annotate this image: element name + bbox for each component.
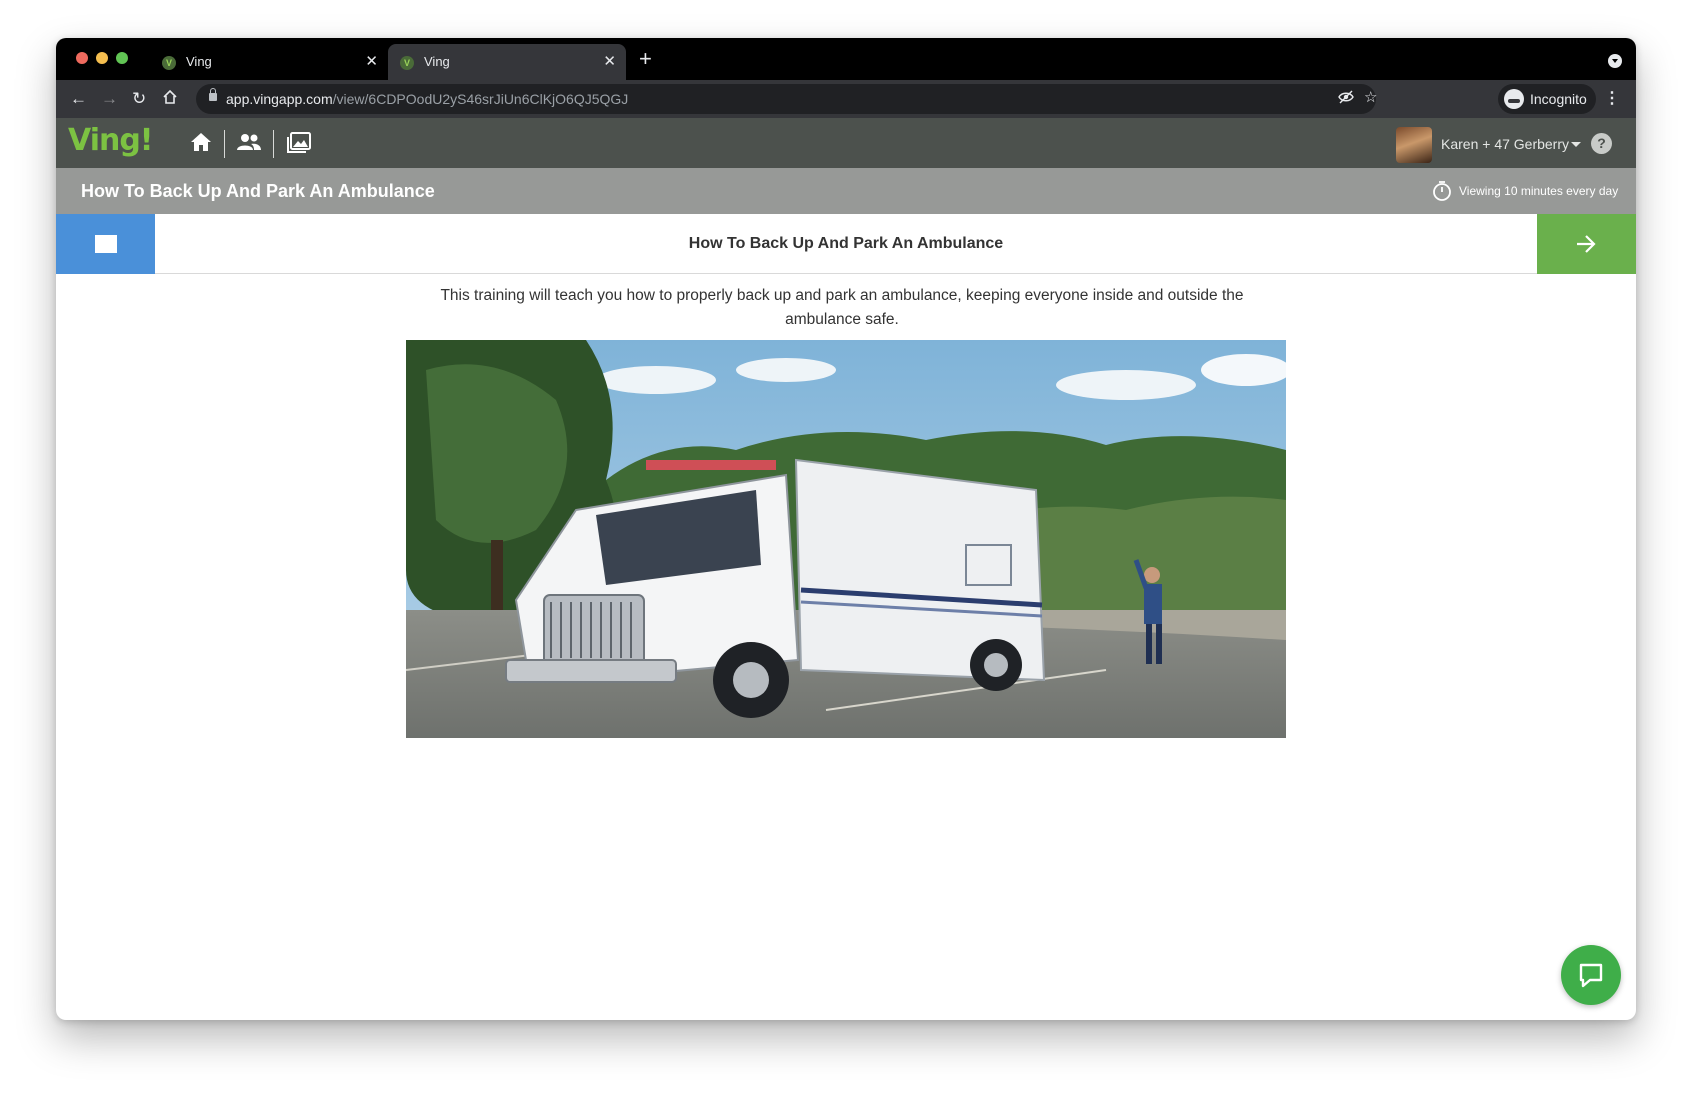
browser-menu-icon[interactable]: ⋮ [1604, 89, 1620, 109]
browser-tab-active[interactable]: V Ving ✕ [388, 44, 626, 80]
home-icon[interactable] [189, 131, 215, 155]
bookmark-star-icon[interactable]: ☆ [1364, 88, 1377, 106]
forward-icon[interactable]: → [101, 89, 118, 109]
ambulance-image [406, 340, 1286, 738]
next-button[interactable] [1537, 214, 1636, 274]
minimize-window-button[interactable] [96, 52, 108, 64]
tab-strip: V Ving ✕ V Ving ✕ + [56, 38, 1636, 80]
ving-favicon-icon: V [400, 56, 414, 70]
people-icon[interactable] [236, 131, 262, 155]
browser-tab[interactable]: V Ving ✕ [150, 44, 388, 80]
header-divider [224, 130, 225, 158]
help-icon[interactable]: ? [1591, 133, 1612, 154]
lesson-title: How To Back Up And Park An Ambulance [688, 235, 1004, 252]
tab-title: Ving [424, 54, 450, 69]
grid-icon [95, 235, 117, 253]
incognito-profile-button[interactable]: Incognito [1498, 84, 1596, 114]
browser-toolbar: ← → ↻ app.vingapp.com/view/6CDPOodU2yS46… [56, 80, 1636, 118]
close-tab-icon[interactable]: ✕ [603, 52, 616, 70]
address-bar[interactable]: app.vingapp.com/view/6CDPOodU2yS46srJiUn… [196, 84, 1377, 114]
eye-off-icon[interactable] [1338, 89, 1354, 109]
timer-icon [1432, 180, 1452, 202]
home-browser-icon[interactable] [162, 89, 178, 110]
url-text: app.vingapp.com/view/6CDPOodU2yS46srJiUn… [226, 91, 629, 107]
app-header: Ving! Karen + 47 Gerberry ? [56, 118, 1636, 168]
tab-search-icon[interactable] [1608, 54, 1622, 68]
new-tab-icon[interactable]: + [639, 46, 652, 72]
page-title: How To Back Up And Park An Ambulance [81, 181, 435, 201]
ving-logo[interactable]: Ving! [68, 123, 153, 158]
arrow-right-icon [1577, 235, 1596, 253]
tab-title: Ving [186, 54, 212, 69]
chevron-down-icon[interactable] [1571, 142, 1581, 147]
close-tab-icon[interactable]: ✕ [365, 52, 378, 70]
lock-icon [209, 88, 217, 101]
reload-icon[interactable]: ↻ [132, 89, 146, 109]
chat-icon [1579, 963, 1603, 988]
user-name[interactable]: Karen + 47 Gerberry [1441, 136, 1569, 152]
maximize-window-button[interactable] [116, 52, 128, 64]
close-window-button[interactable] [76, 52, 88, 64]
content-grid-button[interactable] [56, 214, 155, 274]
content-nav-row: How To Back Up And Park An Ambulance [56, 214, 1636, 274]
header-divider [273, 130, 274, 158]
gallery-icon[interactable] [286, 131, 312, 155]
incognito-icon [1504, 89, 1524, 109]
chat-button[interactable] [1561, 945, 1621, 1005]
viewing-frequency: Viewing 10 minutes every day [1459, 184, 1619, 198]
ving-favicon-icon: V [162, 56, 176, 70]
avatar[interactable] [1396, 127, 1432, 163]
content-title-bar: How To Back Up And Park An Ambulance Vie… [56, 168, 1636, 214]
lesson-description: This training will teach you how to prop… [440, 287, 1244, 328]
incognito-label: Incognito [1530, 91, 1587, 107]
back-icon[interactable]: ← [70, 89, 87, 109]
browser-window: V Ving ✕ V Ving ✕ + ← → ↻ app.vingapp.co… [56, 38, 1636, 1020]
